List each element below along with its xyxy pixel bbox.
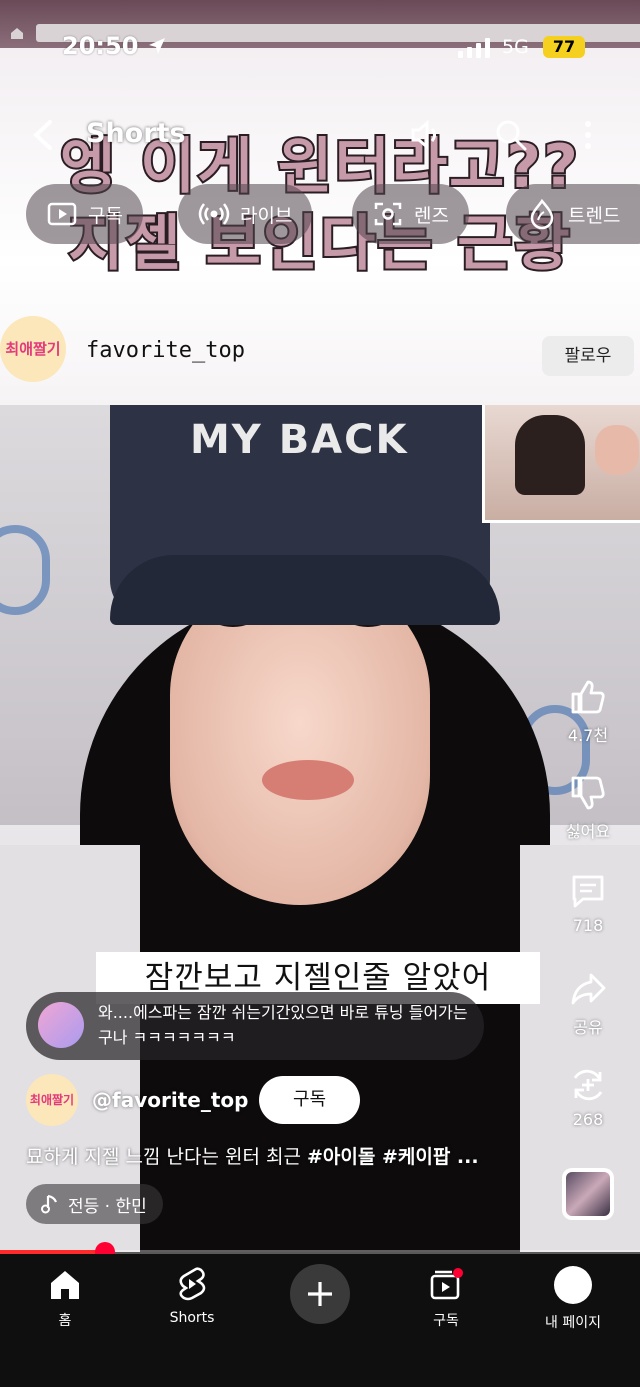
profile-avatar-icon bbox=[554, 1266, 592, 1304]
nav-shorts-label: Shorts bbox=[169, 1310, 215, 1326]
shorts-player-screen: 엥 이게 윈터라고?? 지젤 보인다는 근황 20:50 5G 77 Short… bbox=[0, 0, 640, 1387]
share-label: 공유 bbox=[573, 1018, 603, 1037]
nav-home[interactable]: 홈 bbox=[15, 1266, 115, 1330]
remix-count: 268 bbox=[572, 1110, 604, 1129]
nav-create-button[interactable] bbox=[290, 1264, 350, 1324]
lens-icon bbox=[374, 202, 402, 226]
thumbs-down-icon bbox=[571, 776, 605, 810]
signal-bars-icon bbox=[458, 38, 490, 58]
nav-me-label: 내 페이지 bbox=[545, 1315, 601, 1331]
nav-subscriptions[interactable]: 구독 bbox=[396, 1266, 496, 1330]
thumbs-up-icon bbox=[571, 680, 605, 714]
network-type: 5G bbox=[502, 36, 529, 58]
video-frame[interactable]: MY BACK bbox=[0, 405, 640, 1252]
channel-avatar[interactable]: 최애짤기 bbox=[26, 1074, 78, 1126]
in-video-channel-logo: 최애짤기 bbox=[0, 316, 66, 382]
shorts-header: Shorts bbox=[0, 112, 640, 162]
in-video-channel-strip: 최애짤기 favorite_top 팔로우 bbox=[0, 310, 640, 402]
nav-me[interactable]: 내 페이지 bbox=[523, 1266, 623, 1332]
trend-icon bbox=[530, 198, 554, 230]
subscriptions-nav-icon bbox=[430, 1268, 463, 1300]
chip-trend[interactable]: 트렌드 bbox=[506, 184, 640, 244]
back-arrow-icon[interactable] bbox=[30, 118, 56, 152]
remix-icon bbox=[573, 1069, 603, 1101]
home-icon bbox=[51, 1271, 79, 1299]
chip-live-label: 라이브 bbox=[240, 204, 293, 227]
plus-icon bbox=[308, 1282, 332, 1306]
battery-indicator: 77 bbox=[543, 36, 585, 58]
inset-hand bbox=[595, 425, 639, 475]
comment-count: 718 bbox=[572, 916, 604, 935]
inset-hair bbox=[515, 415, 585, 495]
background-banner-left bbox=[0, 525, 50, 615]
sound-thumbnail-image bbox=[566, 1172, 610, 1216]
bottom-navigation: 홈 Shorts 구독 내 페이지 bbox=[0, 1254, 640, 1387]
share-button[interactable]: 공유 bbox=[560, 970, 616, 1038]
description-text: 묘하게 지젤 느낌 난다는 윈터 최근 bbox=[26, 1146, 307, 1168]
chip-subscriptions[interactable]: 구독 bbox=[26, 184, 143, 244]
comments-button[interactable]: 718 bbox=[560, 872, 616, 935]
chip-subscriptions-label: 구독 bbox=[88, 204, 123, 227]
nav-subscriptions-label: 구독 bbox=[433, 1313, 459, 1329]
status-bar: 20:50 5G 77 bbox=[0, 30, 640, 66]
video-inset-frame bbox=[482, 405, 640, 523]
volume-icon[interactable] bbox=[408, 118, 442, 152]
chip-trend-label: 트렌드 bbox=[568, 204, 621, 227]
description-tags: #아이돌 #케이팝 ... bbox=[306, 1146, 479, 1168]
music-chip[interactable]: 전등 · 한민 bbox=[26, 1184, 163, 1224]
video-cap-text: MY BACK bbox=[190, 417, 409, 463]
nav-shorts[interactable]: Shorts bbox=[142, 1266, 242, 1326]
shorts-icon bbox=[179, 1267, 206, 1301]
status-time: 20:50 bbox=[62, 32, 167, 60]
music-note-icon bbox=[41, 1194, 58, 1214]
comment-preview[interactable]: 와....에스파는 잠깐 쉬는기간있으면 바로 튜닝 들어가는구나 ㅋㅋㅋㅋㅋㅋ… bbox=[26, 992, 484, 1060]
chip-lens[interactable]: 렌즈 bbox=[352, 184, 469, 244]
like-count: 4.7천 bbox=[567, 726, 609, 745]
share-icon bbox=[571, 973, 606, 1005]
chip-live[interactable]: 라이브 bbox=[178, 184, 313, 244]
location-arrow-icon bbox=[148, 38, 165, 54]
dislike-button[interactable]: 싫어요 bbox=[560, 774, 616, 842]
more-vertical-icon[interactable] bbox=[576, 118, 600, 152]
video-lips bbox=[262, 760, 354, 800]
subscriptions-icon bbox=[47, 202, 77, 226]
sound-thumbnail[interactable] bbox=[562, 1168, 614, 1220]
video-description[interactable]: 묘하게 지젤 느낌 난다는 윈터 최근 #아이돌 #케이팝 ... bbox=[26, 1142, 546, 1169]
dislike-label: 싫어요 bbox=[565, 822, 611, 841]
video-cap-brim bbox=[110, 555, 500, 625]
in-video-follow-button: 팔로우 bbox=[542, 336, 634, 376]
subscribe-button[interactable]: 구독 bbox=[259, 1076, 360, 1124]
chip-lens-label: 렌즈 bbox=[414, 204, 449, 227]
page-title: Shorts bbox=[86, 118, 186, 149]
channel-handle[interactable]: @favorite_top bbox=[92, 1088, 248, 1112]
like-button[interactable]: 4.7천 bbox=[560, 678, 616, 746]
live-icon bbox=[198, 203, 230, 225]
search-icon[interactable] bbox=[494, 118, 528, 152]
in-video-channel-name: favorite_top bbox=[86, 338, 245, 363]
comment-text: 와....에스파는 잠깐 쉬는기간있으면 바로 튜닝 들어가는구나 ㅋㅋㅋㅋㅋㅋ… bbox=[98, 1003, 468, 1047]
comment-icon bbox=[572, 875, 604, 908]
music-label: 전등 · 한민 bbox=[68, 1196, 147, 1217]
remix-button[interactable]: 268 bbox=[560, 1066, 616, 1129]
nav-home-label: 홈 bbox=[58, 1313, 72, 1329]
comment-avatar bbox=[38, 1002, 84, 1048]
